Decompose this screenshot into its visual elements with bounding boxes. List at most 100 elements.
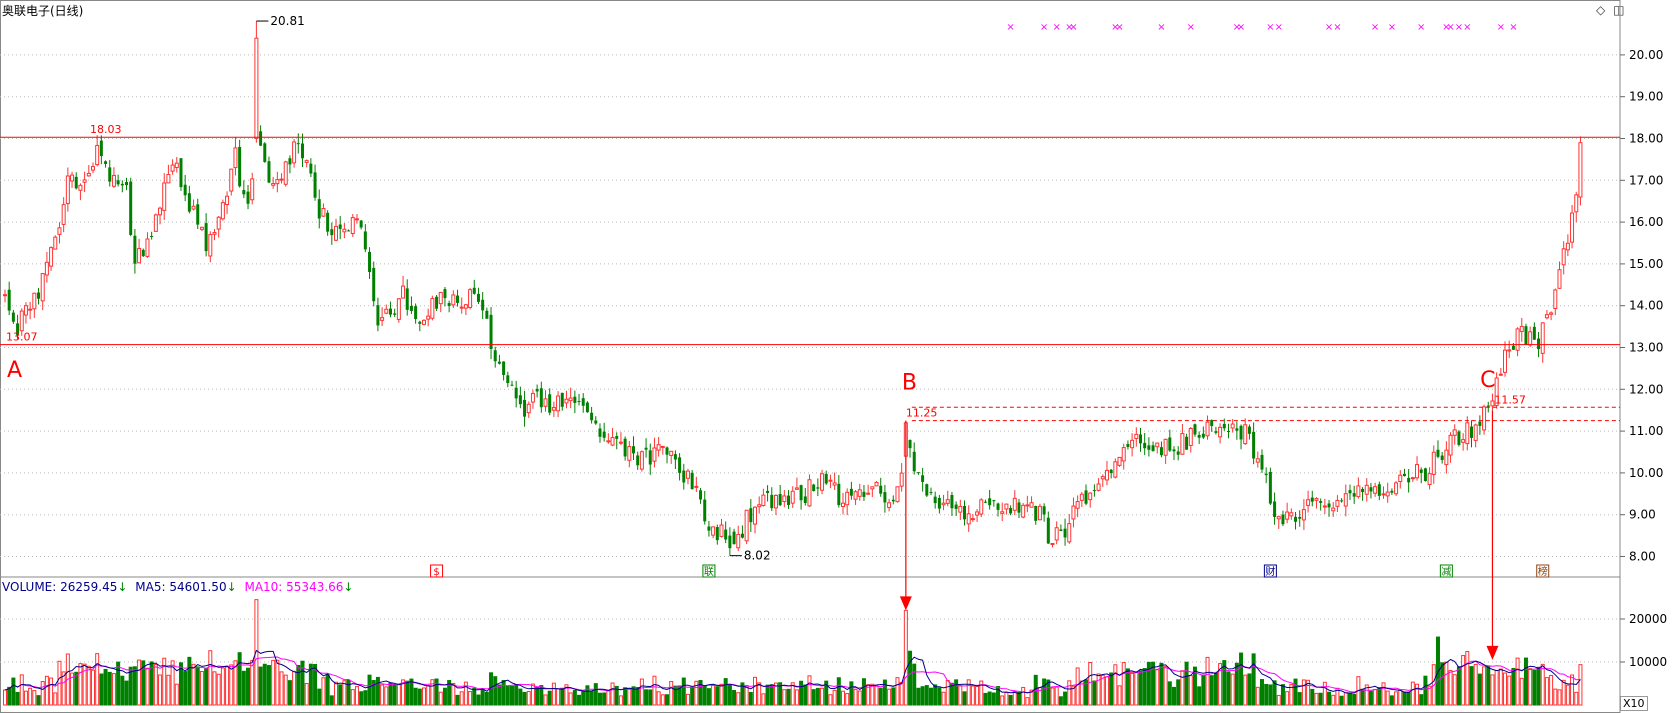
candle-body xyxy=(623,438,627,457)
candle-body xyxy=(456,295,460,303)
volume-bar xyxy=(887,688,892,706)
volume-bar xyxy=(166,674,171,706)
candle-body xyxy=(1034,505,1038,521)
candle-body xyxy=(263,143,267,162)
candle-body xyxy=(238,146,242,187)
volume-bar xyxy=(426,685,431,706)
level-label: 18.03 xyxy=(90,123,122,136)
candle-body xyxy=(1503,349,1508,373)
volume-bar xyxy=(845,693,850,706)
volume-bar xyxy=(1377,687,1382,706)
volume-bar xyxy=(1398,689,1403,706)
candle-body xyxy=(1340,500,1344,502)
volume-bar xyxy=(363,690,368,706)
volume-bar xyxy=(660,694,665,706)
candle-body xyxy=(1448,434,1453,456)
candle-body xyxy=(841,502,845,508)
volume-bar xyxy=(1109,672,1114,706)
volume-bar xyxy=(627,687,632,706)
volume-bar xyxy=(1419,694,1424,706)
volume-bar xyxy=(669,680,674,706)
event-marker-label: 减 xyxy=(1441,566,1451,578)
candle-body xyxy=(816,487,820,489)
candle-body xyxy=(908,439,912,449)
candle-body xyxy=(1402,473,1406,477)
candle-body xyxy=(388,308,392,315)
candle-body xyxy=(430,298,435,319)
candle-body xyxy=(1046,517,1050,544)
volume-bar xyxy=(1016,691,1021,706)
volume-bar xyxy=(1293,678,1298,706)
volume-bar xyxy=(736,692,741,706)
candle-body xyxy=(150,236,154,238)
volume-bar xyxy=(870,683,875,706)
candle-body xyxy=(945,499,950,504)
high-price-label: 20.81 xyxy=(270,14,304,28)
candle-body xyxy=(275,179,280,185)
volume-bar xyxy=(1565,684,1570,706)
volume-bar xyxy=(95,653,100,706)
price-tick-label: 12.00 xyxy=(1629,382,1663,396)
volume-bar xyxy=(1452,674,1457,706)
candle-body xyxy=(19,310,24,332)
volume-bar xyxy=(1339,695,1344,706)
volume-bar xyxy=(1226,671,1231,706)
level-label: 11.57 xyxy=(1494,393,1526,406)
candle-body xyxy=(1461,439,1466,443)
volume-bar xyxy=(1410,681,1415,706)
candle-body xyxy=(732,531,736,545)
candle-body xyxy=(753,506,758,525)
candle-body xyxy=(627,446,632,461)
volume-bar xyxy=(501,680,506,706)
volume-bar xyxy=(656,691,661,706)
candle-body xyxy=(108,167,112,182)
volume-bar xyxy=(212,671,217,706)
volume-bar xyxy=(388,682,393,706)
volume-bar xyxy=(1310,688,1315,706)
signal-cross-mark: × xyxy=(1006,22,1014,33)
candle-body xyxy=(1180,433,1185,455)
volume-bar xyxy=(1385,690,1390,706)
candle-body xyxy=(1004,503,1009,510)
candle-body xyxy=(1578,142,1583,198)
volume-bar xyxy=(1486,666,1491,706)
candle-body xyxy=(451,294,456,306)
volume-bar xyxy=(551,682,556,706)
signal-cross-mark: × xyxy=(1463,22,1471,33)
candle-body xyxy=(459,306,464,309)
volume-bar xyxy=(1004,692,1009,706)
candle-body xyxy=(728,535,732,549)
volume-bar xyxy=(1230,673,1235,706)
volume-bar xyxy=(1125,668,1130,706)
candle-body xyxy=(573,396,577,403)
candle-body xyxy=(1163,438,1168,456)
volume-bar xyxy=(413,687,418,706)
candle-body xyxy=(1440,455,1444,460)
candle-body xyxy=(1519,325,1524,333)
candle-body xyxy=(535,388,539,392)
candle-body xyxy=(1532,326,1536,340)
candle-body xyxy=(1260,454,1264,470)
volume-bar xyxy=(1444,661,1449,706)
candle-body xyxy=(78,184,83,191)
volume-bar xyxy=(74,671,79,706)
volume-bar xyxy=(1247,673,1252,706)
candle-body xyxy=(1176,451,1180,455)
candle-body xyxy=(1419,469,1423,473)
volume-bar xyxy=(49,677,54,706)
volume-bar xyxy=(40,681,45,706)
candle-body xyxy=(447,303,451,306)
volume-bar xyxy=(1042,678,1047,706)
volume-bar xyxy=(392,683,397,706)
volume-bar xyxy=(1280,684,1285,706)
candle-body xyxy=(874,481,879,487)
volume-bar xyxy=(1544,677,1549,706)
signal-cross-mark: × xyxy=(1417,22,1425,33)
volume-bar xyxy=(279,671,284,706)
volume-bar xyxy=(493,676,498,706)
price-tick-label: 18.00 xyxy=(1629,132,1663,146)
volume-bar xyxy=(799,680,804,706)
volume-bar xyxy=(954,679,959,706)
candle-body xyxy=(870,486,875,490)
candle-body xyxy=(970,518,975,521)
